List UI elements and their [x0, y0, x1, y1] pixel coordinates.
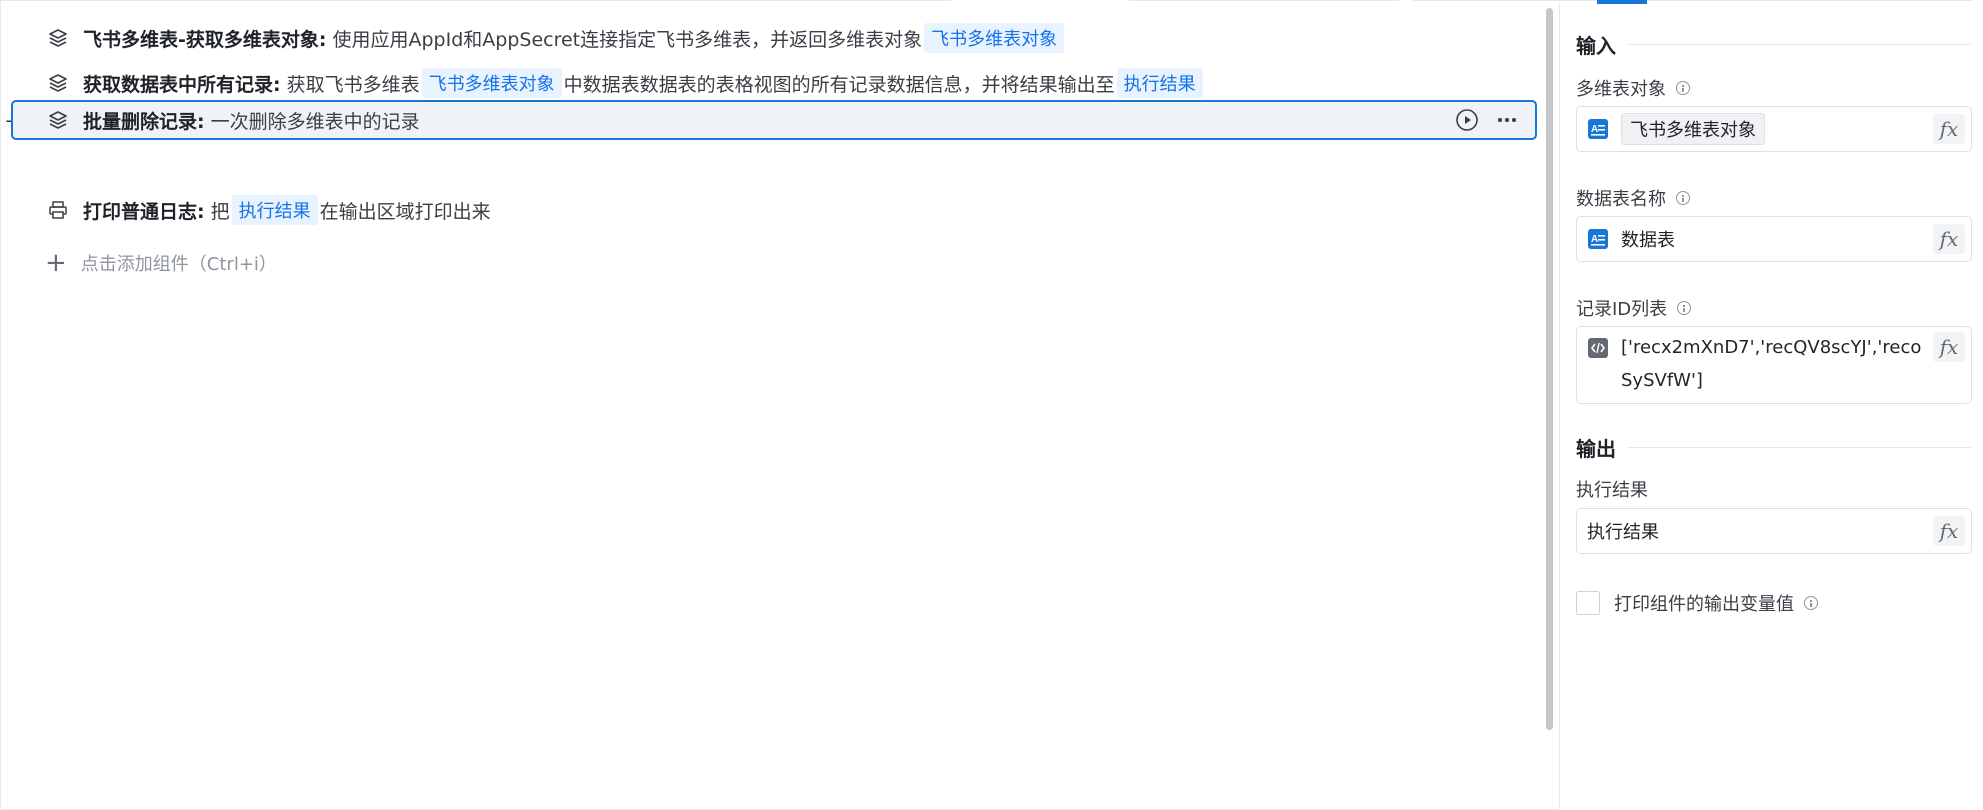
field-label-record-ids: 记录ID列表 — [1576, 295, 1692, 321]
run-step-icon[interactable] — [1455, 108, 1479, 137]
input-section-title: 输入 — [1576, 34, 1616, 58]
variable-chip[interactable]: 飞书多维表对象 — [1621, 113, 1765, 145]
svg-text:A: A — [1591, 124, 1598, 135]
info-icon[interactable] — [1804, 596, 1818, 610]
record-id-list-field[interactable]: ['recx2mXnD7','recQV8scYJ','recoSySVfW']… — [1576, 326, 1972, 404]
result-output-field[interactable]: 执行结果 fx — [1576, 508, 1972, 554]
field-label-text: 记录ID列表 — [1576, 299, 1668, 320]
step-desc: 一次删除多维表中的记录 — [210, 110, 420, 133]
step-desc: 的表格视图的所有记录数据信息，并将结果输出至 — [696, 73, 1115, 96]
output-section-header: 输出 — [1576, 433, 1971, 462]
input-section-header: 输入 — [1576, 30, 1971, 59]
divider — [1628, 44, 1971, 45]
variable-tag[interactable]: 飞书多维表对象 — [924, 23, 1065, 53]
record-id-list-value: ['recx2mXnD7','recQV8scYJ','recoSySVfW'] — [1621, 337, 1922, 391]
active-tab-indicator — [1597, 0, 1647, 4]
flow-canvas: 飞书多维表-获取多维表对象: 使用应用AppId和AppSecret连接指定飞书… — [0, 0, 1561, 810]
field-value: 数据表 — [1621, 230, 1675, 251]
code-icon — [1587, 337, 1609, 359]
field-label-table-name: 数据表名称 — [1576, 185, 1690, 211]
output-section-title: 输出 — [1576, 437, 1616, 461]
text-variable-icon: A — [1587, 228, 1609, 250]
variable-link[interactable]: 数据表 — [640, 70, 697, 97]
layers-icon — [47, 27, 69, 49]
info-icon[interactable] — [1676, 81, 1690, 95]
top-edge — [1, 0, 1561, 3]
fx-button[interactable]: fx — [1933, 224, 1965, 254]
info-icon[interactable] — [1677, 301, 1692, 315]
field-label-result: 执行结果 — [1576, 476, 1648, 502]
more-icon[interactable] — [1495, 108, 1519, 137]
checkbox-label: 打印组件的输出变量值 — [1614, 594, 1794, 615]
layers-icon — [47, 109, 69, 131]
step-title: 批量删除记录: — [83, 110, 205, 133]
flow-step-batch-delete[interactable]: 批量删除记录: 一次删除多维表中的记录 — [11, 100, 1537, 140]
fx-button[interactable]: fx — [1933, 332, 1965, 362]
step-title: 打印普通日志: — [83, 200, 205, 223]
print-output-checkbox-row[interactable]: 打印组件的输出变量值 — [1576, 590, 1818, 616]
step-desc: 中数据表 — [563, 73, 640, 96]
field-value[interactable]: 执行结果 — [1587, 518, 1659, 544]
printer-icon — [47, 199, 69, 221]
fx-button[interactable]: fx — [1933, 114, 1965, 144]
bitable-object-field[interactable]: A 飞书多维表对象 fx — [1576, 106, 1972, 152]
fx-button[interactable]: fx — [1933, 516, 1965, 546]
print-output-checkbox[interactable] — [1576, 591, 1600, 615]
step-desc: 把 — [210, 200, 230, 223]
step-desc: 获取飞书多维表 — [286, 73, 420, 96]
plus-icon: + — [45, 248, 67, 278]
variable-tag[interactable]: 执行结果 — [1116, 68, 1203, 98]
step-actions — [1455, 108, 1519, 137]
add-component-label: 点击添加组件（Ctrl+i） — [80, 254, 277, 275]
svg-text:A: A — [1591, 234, 1598, 245]
info-icon[interactable] — [1676, 191, 1690, 205]
vertical-scrollbar[interactable] — [1546, 8, 1553, 730]
text-variable-icon: A — [1587, 118, 1609, 140]
variable-tag[interactable]: 执行结果 — [231, 195, 318, 225]
field-label-text: 数据表名称 — [1576, 189, 1666, 210]
field-label-text: 多维表对象 — [1576, 79, 1666, 100]
variable-tag[interactable]: 飞书多维表对象 — [421, 68, 562, 98]
divider — [1628, 447, 1971, 448]
layers-icon — [47, 72, 69, 94]
field-label-bitable: 多维表对象 — [1576, 75, 1690, 101]
step-desc: 使用应用AppId和AppSecret连接指定飞书多维表，并返回多维表对象 — [332, 28, 923, 51]
step-title: 获取数据表中所有记录: — [83, 73, 281, 96]
table-name-field[interactable]: A 数据表 fx — [1576, 216, 1972, 262]
flow-step-print-log[interactable]: 打印普通日志: 把 执行结果 在输出区域打印出来 — [11, 186, 1537, 234]
field-label-text: 执行结果 — [1576, 480, 1648, 501]
step-desc: 在输出区域打印出来 — [319, 200, 491, 223]
step-title: 飞书多维表-获取多维表对象: — [83, 28, 327, 51]
properties-panel: 输入 多维表对象 A 飞书多维表对象 fx 数据表名称 A 数据表 fx 记录I… — [1561, 0, 1983, 810]
flow-step-get-bitable[interactable]: 飞书多维表-获取多维表对象: 使用应用AppId和AppSecret连接指定飞书… — [11, 14, 1537, 62]
add-component-button[interactable]: + 点击添加组件（Ctrl+i） — [45, 250, 277, 276]
